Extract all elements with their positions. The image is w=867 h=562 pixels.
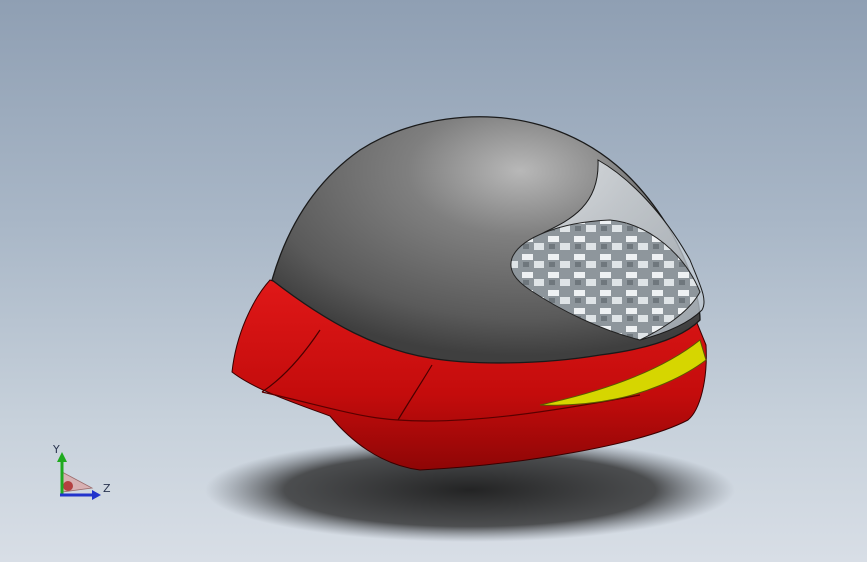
triad-y-label: Y: [52, 443, 60, 456]
triad-origin-icon: [63, 481, 73, 491]
graphics-viewport[interactable]: Y Z: [0, 0, 867, 562]
triad-z-arrow-icon: [92, 490, 101, 500]
triad-z-label: Z: [103, 482, 111, 495]
view-orientation-triad[interactable]: Y Z: [40, 440, 120, 510]
helmet-model-view[interactable]: [0, 0, 867, 562]
